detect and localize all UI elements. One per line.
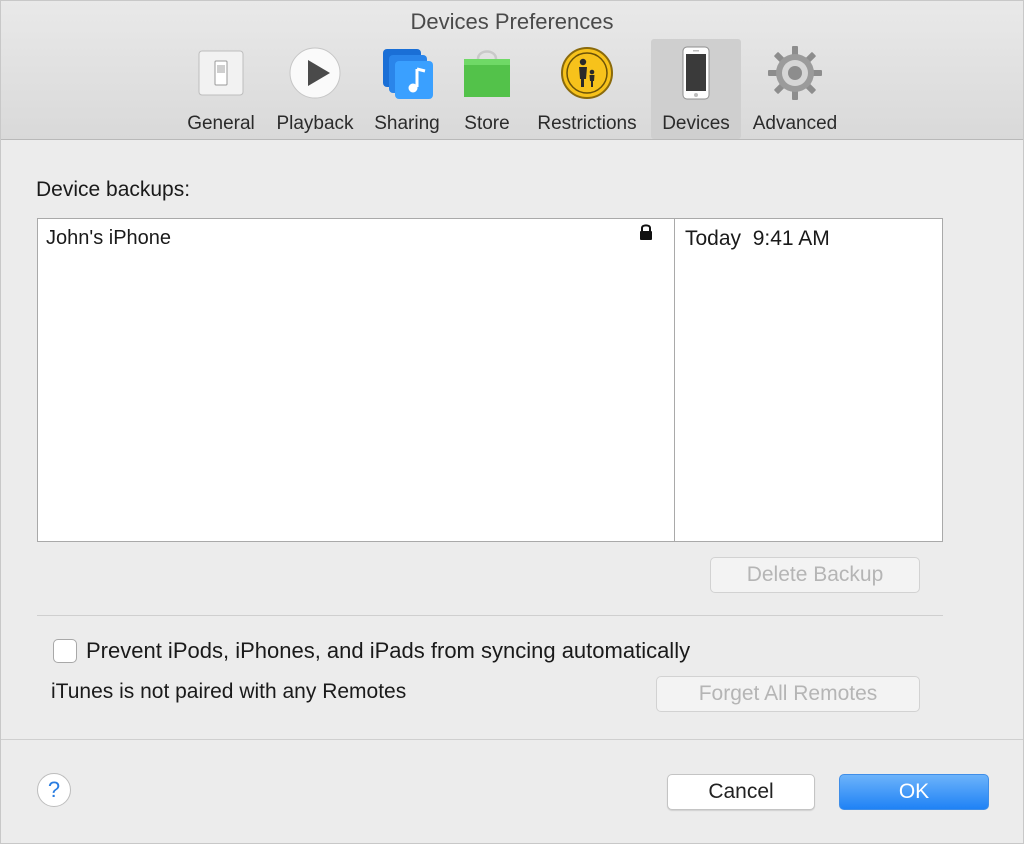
tab-label: Store: [464, 113, 509, 135]
tab-sharing[interactable]: Sharing: [369, 39, 445, 139]
tab-label: Devices: [662, 113, 730, 135]
tab-label: General: [187, 113, 255, 135]
gear-icon: [767, 45, 823, 101]
window-title: Devices Preferences: [1, 9, 1023, 35]
preferences-window: Devices Preferences General Playback: [0, 0, 1024, 844]
cancel-button[interactable]: Cancel: [667, 774, 815, 810]
tab-label: Advanced: [753, 113, 838, 135]
backup-device-name: John's iPhone: [46, 227, 171, 250]
divider: [37, 615, 943, 616]
music-sharing-icon: [379, 45, 435, 101]
play-icon: [287, 45, 343, 101]
remotes-status-text: iTunes is not paired with any Remotes: [51, 680, 406, 704]
forget-all-remotes-button[interactable]: Forget All Remotes: [656, 676, 920, 712]
ok-button[interactable]: OK: [839, 774, 989, 810]
shopping-bag-icon: [459, 45, 515, 101]
tab-restrictions[interactable]: Restrictions: [529, 39, 645, 139]
footer-divider: [1, 739, 1023, 740]
preferences-toolbar: Devices Preferences General Playback: [1, 1, 1023, 140]
tab-label: Playback: [276, 113, 353, 135]
tab-general[interactable]: General: [183, 39, 259, 139]
tab-label: Sharing: [374, 113, 440, 135]
toggle-switch-icon: [193, 45, 249, 101]
tab-playback[interactable]: Playback: [271, 39, 359, 139]
tab-label: Restrictions: [537, 113, 636, 135]
help-button[interactable]: ?: [37, 773, 71, 807]
backup-date: Today 9:41 AM: [685, 227, 830, 251]
column-divider: [674, 219, 675, 541]
tab-devices[interactable]: Devices: [651, 39, 741, 139]
iphone-icon: [668, 45, 724, 101]
delete-backup-button[interactable]: Delete Backup: [710, 557, 920, 593]
backup-table[interactable]: John's iPhone Today 9:41 AM: [37, 218, 943, 542]
prevent-sync-label: Prevent iPods, iPhones, and iPads from s…: [86, 638, 690, 664]
prevent-sync-checkbox[interactable]: [53, 639, 77, 663]
tab-advanced[interactable]: Advanced: [747, 39, 843, 139]
parental-controls-icon: [559, 45, 615, 101]
tab-store[interactable]: Store: [457, 39, 517, 139]
lock-icon: [638, 223, 654, 241]
device-backups-label: Device backups:: [36, 178, 190, 202]
